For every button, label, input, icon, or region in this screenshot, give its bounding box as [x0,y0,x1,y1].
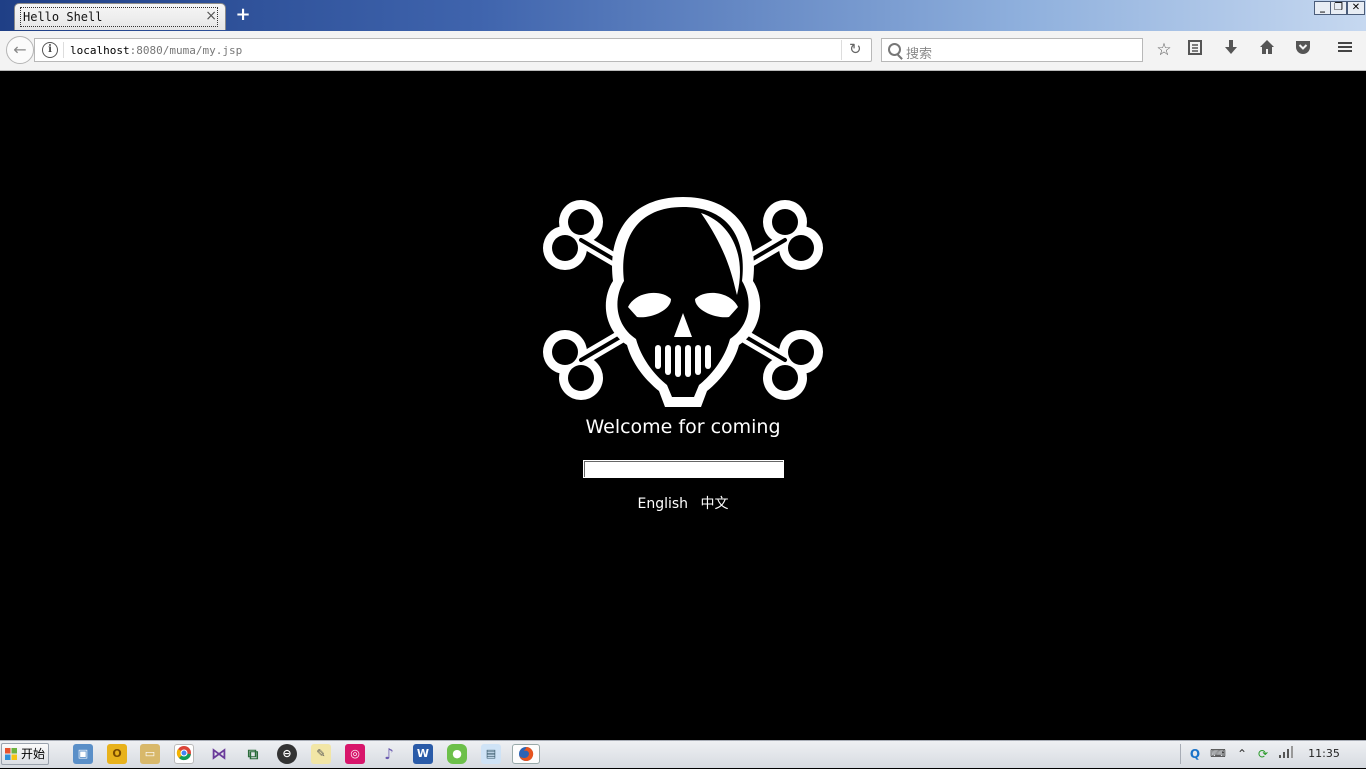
tab-hello-shell[interactable]: Hello Shell × [14,3,226,30]
start-label: 开始 [20,747,45,761]
minimize-button[interactable]: _ [1314,1,1331,15]
reload-divider [841,40,842,60]
skull-crossbones-icon [543,197,823,407]
language-chinese-link[interactable]: 中文 [701,496,729,512]
navigation-toolbar: i localhost:8080/muma/my.jsp ↻ ← 搜索 ☆ [0,31,1366,71]
pocket-svg [1296,41,1310,54]
url-separator [63,42,64,58]
search-placeholder: 搜索 [906,47,933,62]
new-tab-button[interactable]: + [234,5,252,25]
signal-bars-svg [1279,746,1293,758]
network-signal-icon[interactable] [1277,745,1295,763]
taskbar: 开始 ▣ O ▭ ⋈ ⧉ ⊖ ✎ ◎ ♪ W ● ▤ Q ⌨ ⌃ ⟳ 11:35 [0,740,1366,768]
home-svg [1260,40,1274,54]
firefox-logo [519,746,534,761]
notepad-app-icon[interactable]: ✎ [311,744,331,764]
url-text[interactable]: localhost:8080/muma/my.jsp [70,44,242,57]
input-method-tray-icon[interactable]: ⌨ [1209,745,1227,763]
download-icon[interactable] [1220,39,1242,61]
visual-studio-app-icon[interactable]: ⋈ [209,744,229,764]
language-english-link[interactable]: English [637,496,688,512]
sync-tray-icon[interactable]: ⟳ [1254,745,1272,763]
network-app-icon[interactable]: ⧉ [243,744,263,764]
firefox-taskbar-button[interactable] [512,744,540,764]
wechat-app-icon[interactable]: ● [447,744,467,764]
welcome-heading: Welcome for coming [585,416,781,438]
start-button[interactable]: 开始 [1,743,49,765]
window-title-bar: Hello Shell × + _ ❐ ✕ [0,0,1366,31]
home-icon[interactable] [1256,39,1278,61]
search-input[interactable]: 搜索 [881,38,1143,62]
eclipse-app-icon[interactable]: ⊖ [277,744,297,764]
computer-app-icon[interactable]: ▣ [73,744,93,764]
reading-list-icon[interactable] [1184,39,1206,61]
menu-icon[interactable] [1334,39,1356,61]
url-path: :8080/muma/my.jsp [129,44,243,57]
close-window-button[interactable]: ✕ [1347,1,1365,15]
folder-app-icon[interactable]: ▭ [140,744,160,764]
chrome-logo [176,746,191,761]
windows-logo-icon [5,748,17,760]
back-button[interactable]: ← [6,36,34,64]
show-hidden-icons-icon[interactable]: ⌃ [1233,745,1251,763]
system-clock[interactable]: 11:35 [1302,747,1346,760]
bookmark-star-icon[interactable]: ☆ [1153,39,1175,61]
command-input[interactable] [583,460,784,478]
reload-icon[interactable]: ↻ [849,40,862,58]
hamburger-svg [1338,42,1352,52]
language-switcher: English 中文 [0,493,1366,513]
restore-button[interactable]: ❐ [1330,1,1347,15]
download-svg [1225,40,1237,54]
search-icon [888,43,901,56]
editor-app-icon[interactable]: ♪ [379,744,399,764]
word-app-icon[interactable]: W [413,744,433,764]
pocket-icon[interactable] [1292,39,1314,61]
qq-tray-icon[interactable]: Q [1186,745,1204,763]
pink-app-icon[interactable]: ◎ [345,744,365,764]
url-host: localhost [70,44,130,57]
chrome-app-icon[interactable] [174,744,194,764]
site-info-icon[interactable]: i [42,42,58,58]
tray-separator [1180,744,1181,764]
tab-title: Hello Shell [23,10,103,24]
url-bar[interactable]: i localhost:8080/muma/my.jsp ↻ [34,38,872,62]
document-app-icon[interactable]: ▤ [481,744,501,764]
back-arrow-icon: ← [13,40,27,59]
outlook-app-icon[interactable]: O [107,744,127,764]
tab-close-icon[interactable]: × [205,8,217,24]
reading-list-svg [1188,40,1202,55]
